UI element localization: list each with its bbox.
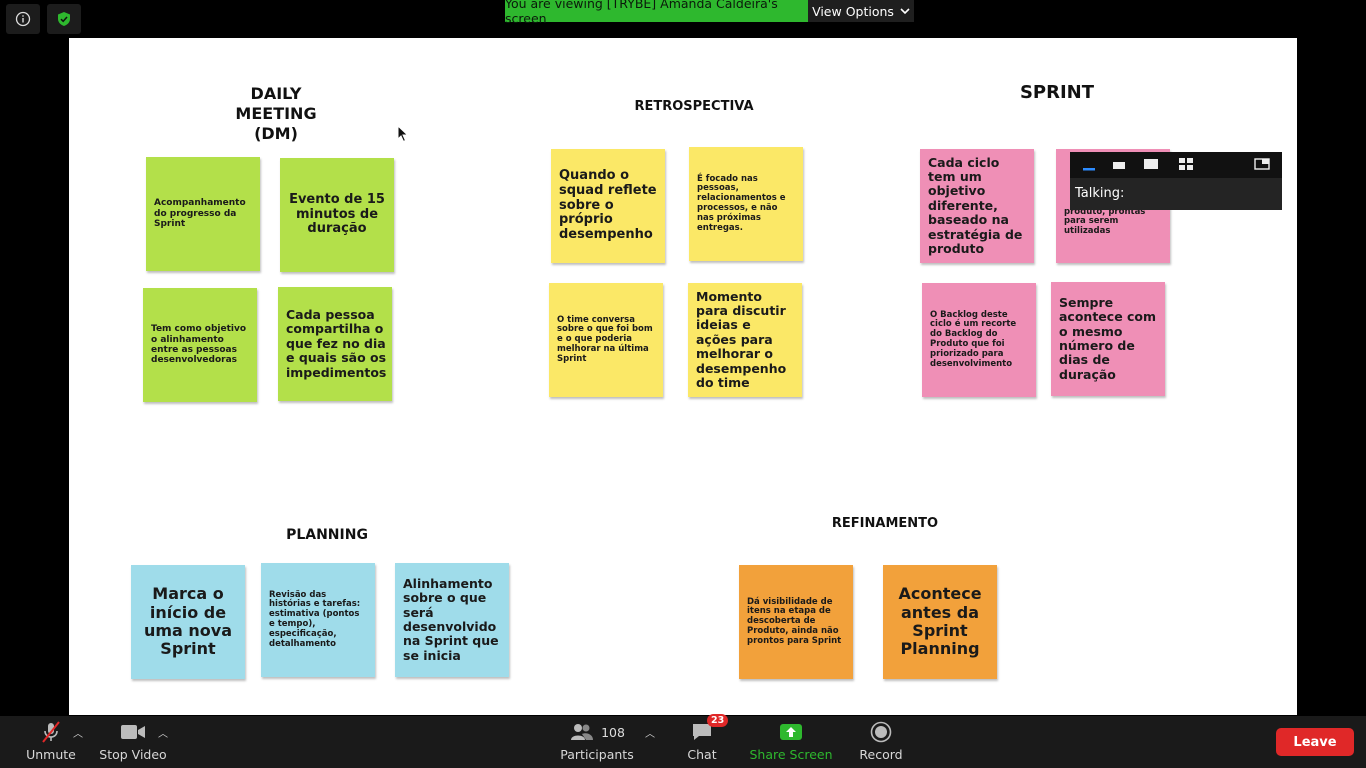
chat-badge: 23 xyxy=(707,714,729,727)
unmute-label: Unmute xyxy=(26,747,76,762)
gallery-view-icon[interactable] xyxy=(1178,157,1194,171)
mouse-cursor-icon xyxy=(397,125,409,143)
sticky-note: Tem como objetivo o alinhamento entre as… xyxy=(143,288,257,402)
meeting-toolbar: Unmute ︿ Stop Video ︿ 108 Participants ︿ xyxy=(0,714,1366,768)
share-screen-button[interactable]: Share Screen xyxy=(748,716,834,768)
stop-video-label: Stop Video xyxy=(99,747,167,762)
sticky-note: Quando o squad reflete sobre o próprio d… xyxy=(551,149,665,263)
retrospectiva-title: RETROSPECTIVA xyxy=(634,99,754,114)
sticky-note: Sempre acontece com o mesmo número de di… xyxy=(1051,282,1165,396)
audio-options-caret-icon[interactable]: ︿ xyxy=(73,725,83,740)
sticky-note: Dá visibilidade de itens na etapa de des… xyxy=(739,565,853,679)
sticky-note: Acompanhamento do progresso da Sprint xyxy=(146,157,260,271)
daily-title-line3: (DM) xyxy=(254,124,298,143)
planning-title: PLANNING xyxy=(286,527,368,543)
sticky-note: Marca o início de uma nova Sprint xyxy=(131,565,245,679)
stop-video-button[interactable]: Stop Video xyxy=(97,716,169,768)
sticky-note: O time conversa sobre o que foi bom e o … xyxy=(549,283,663,397)
record-label: Record xyxy=(859,747,903,762)
sticky-note: Momento para discutir ideias e ações par… xyxy=(688,283,802,397)
microphone-muted-icon xyxy=(42,721,60,743)
view-options-button[interactable]: View Options xyxy=(808,0,914,22)
sticky-note: Acontece antes da Sprint Planning xyxy=(883,565,997,679)
chevron-down-icon xyxy=(900,8,910,15)
viewing-banner: You are viewing [TRYBE] Amanda Caldeira'… xyxy=(505,0,808,26)
share-screen-label: Share Screen xyxy=(749,747,833,762)
shield-icon xyxy=(58,12,70,26)
small-view-icon[interactable] xyxy=(1112,158,1126,172)
shared-screen: DAILY MEETING (DM) Acompanhamento do pro… xyxy=(69,38,1297,715)
chat-button[interactable]: 23 Chat xyxy=(684,714,729,768)
participants-button[interactable]: 108 Participants xyxy=(558,716,636,768)
unmute-button[interactable]: Unmute xyxy=(22,716,80,768)
participants-label: Participants xyxy=(560,747,634,762)
daily-title-line1: DAILY xyxy=(250,84,302,103)
sticky-note: O Backlog deste ciclo é um recorte do Ba… xyxy=(922,283,1036,397)
record-icon xyxy=(870,721,892,743)
sticky-note: É focado nas pessoas, relacionamentos e … xyxy=(689,147,803,261)
video-camera-icon xyxy=(121,725,145,739)
floating-video-panel[interactable]: Talking: xyxy=(1070,152,1282,210)
sprint-title: SPRINT xyxy=(1019,82,1095,103)
sticky-note: Evento de 15 minutos de duração xyxy=(280,158,394,272)
share-screen-icon xyxy=(780,724,802,740)
info-icon xyxy=(15,11,31,27)
sticky-note: Cada ciclo tem um objetivo diferente, ba… xyxy=(920,149,1034,263)
meeting-info-button[interactable] xyxy=(6,4,40,34)
daily-title-line2: MEETING xyxy=(235,104,317,123)
security-button[interactable] xyxy=(47,4,81,34)
refinamento-title: REFINAMENTO xyxy=(831,516,939,531)
participants-options-caret-icon[interactable]: ︿ xyxy=(645,725,655,740)
record-button[interactable]: Record xyxy=(856,716,906,768)
speaker-view-icon[interactable] xyxy=(1143,157,1159,171)
leave-button[interactable]: Leave xyxy=(1276,728,1354,756)
chat-label: Chat xyxy=(687,747,717,762)
panel-toolbar xyxy=(1070,152,1282,178)
sticky-note: Revisão das histórias e tarefas: estimat… xyxy=(261,563,375,677)
view-options-label: View Options xyxy=(812,3,894,19)
video-options-caret-icon[interactable]: ︿ xyxy=(158,725,168,740)
daily-meeting-title: DAILY MEETING (DM) xyxy=(219,84,333,144)
participants-count: 108 xyxy=(601,724,625,740)
sticky-note: Alinhamento sobre o que será desenvolvid… xyxy=(395,563,509,677)
sticky-note: Cada pessoa compartilha o que fez no dia… xyxy=(278,287,392,401)
participants-icon xyxy=(571,724,594,740)
minimize-icon[interactable] xyxy=(1082,158,1096,172)
exit-panel-icon[interactable] xyxy=(1254,157,1270,171)
talking-label: Talking: xyxy=(1075,186,1125,201)
